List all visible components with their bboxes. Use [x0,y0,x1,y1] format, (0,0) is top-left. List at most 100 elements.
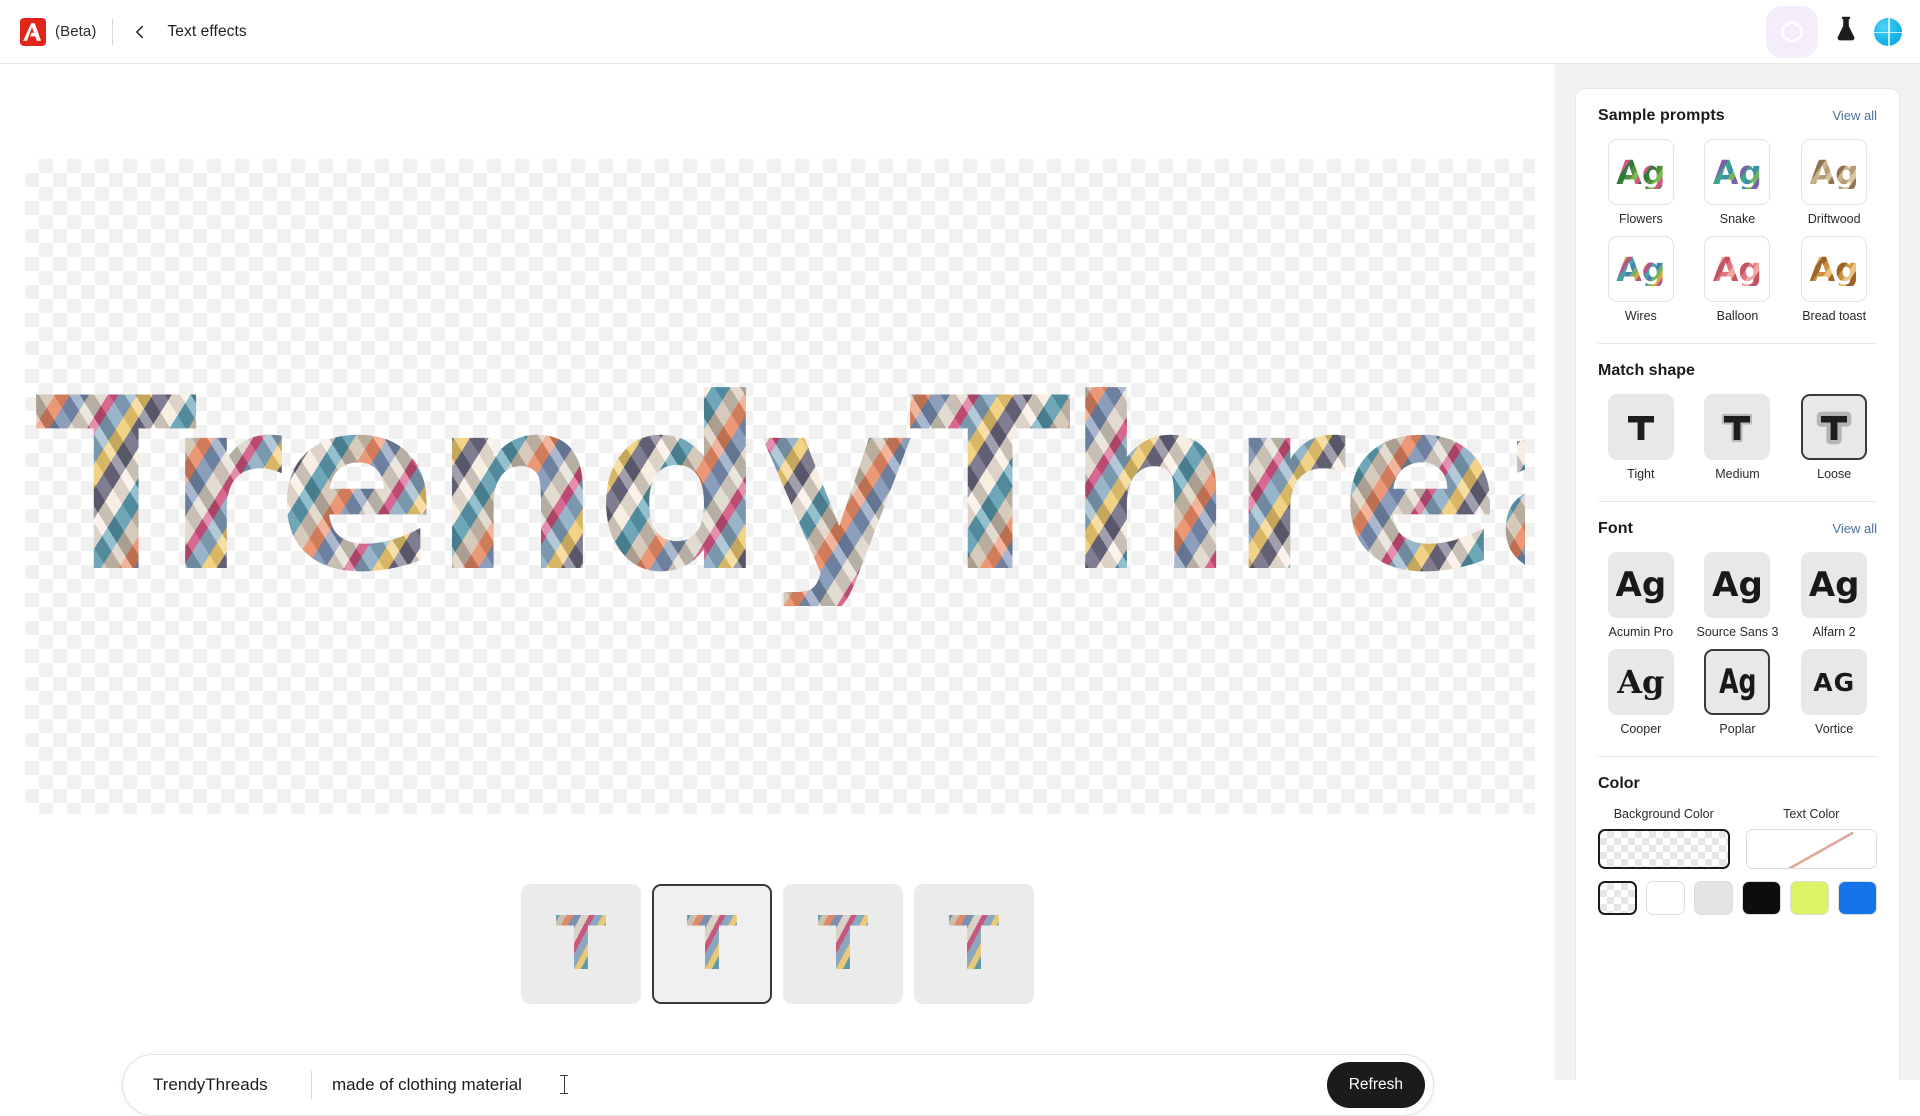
font-preview-glyph: Ag [1808,565,1860,605]
color-swatch-white[interactable] [1646,881,1686,915]
ag-preview-glyph: Ag [1712,249,1763,289]
ag-preview-glyph: Ag [1616,152,1666,192]
firefly-logo-icon [1766,5,1818,58]
text-cursor-icon [560,1075,569,1094]
font-label: Source Sans 3 [1696,625,1779,639]
match-shape-grid: Tight Medium Loose [1598,394,1877,481]
letter-t-medium-icon [1722,413,1753,443]
background-color-field[interactable] [1598,829,1730,869]
artboard-transparent-canvas[interactable]: TrendyThreads [25,159,1535,814]
refresh-button[interactable]: Refresh [1326,1062,1425,1108]
ag-preview-glyph: Ag [1809,249,1859,289]
match-shape-thumb [1607,394,1674,460]
color-swatch-blue[interactable] [1837,881,1877,915]
variation-glyph: T [555,901,607,987]
letter-t-loose-icon [1816,411,1852,445]
sample-prompt-flowers[interactable]: Ag Flowers [1598,139,1684,226]
font-thumb: Ag [1801,552,1868,618]
font-preview-glyph: Ag [1615,565,1667,605]
color-fields-row: Background Color Text Color [1598,807,1877,869]
font-thumb: Ag [1607,552,1674,618]
font-grid: Ag Acumin Pro Ag Source Sans 3 Ag Alfarn… [1598,552,1877,736]
sample-prompts-title: Sample prompts [1598,107,1725,124]
sample-prompt-bread-toast[interactable]: Ag Bread toast [1791,236,1877,323]
header-divider [112,18,114,45]
sample-prompts-grid: Ag Flowers Ag Snake Ag Driftwood Ag Wire… [1598,139,1877,323]
font-label: Poplar [1719,722,1756,736]
font-vortice[interactable]: AG Vortice [1791,649,1877,736]
font-label: Cooper [1620,722,1662,736]
color-swatch-light-gray[interactable] [1694,881,1734,915]
ag-preview-glyph: Ag [1809,152,1859,192]
section-divider [1598,343,1877,344]
sample-prompt-label: Wires [1624,309,1657,323]
match-shape-label: Loose [1817,467,1852,481]
variation-thumbnail-strip: T T T T [0,884,1555,1004]
font-preview-glyph: Ag [1718,662,1757,702]
color-swatch-black[interactable] [1742,881,1781,915]
match-shape-loose[interactable]: Loose [1791,394,1877,481]
sample-prompt-label: Snake [1719,212,1756,226]
header-right-group [1766,5,1920,58]
match-shape-medium[interactable]: Medium [1695,394,1781,481]
font-poplar[interactable]: Ag Poplar [1695,649,1781,736]
canvas-area: TrendyThreads T T T T TrendyThreads made… [0,64,1555,1116]
variation-glyph: T [948,901,1000,987]
header-left-group: (Beta) Text effects [0,17,247,46]
sample-prompt-wires[interactable]: Ag Wires [1598,236,1684,323]
match-shape-label: Medium [1715,467,1760,481]
font-label: Vortice [1815,722,1854,736]
sample-prompt-label: Bread toast [1802,309,1867,323]
text-input-value[interactable]: TrendyThreads [153,1075,293,1095]
match-shape-tight[interactable]: Tight [1598,394,1684,481]
font-alfarn-2[interactable]: Ag Alfarn 2 [1791,552,1877,639]
font-thumb: Ag [1704,552,1771,618]
match-shape-title: Match shape [1598,362,1695,379]
font-view-all[interactable]: View all [1832,521,1877,536]
variation-thumbnail[interactable]: T [521,884,641,1004]
color-swatch-transparent[interactable] [1598,881,1638,915]
prompt-bar[interactable]: TrendyThreads made of clothing material … [122,1054,1434,1116]
font-label: Acumin Pro [1608,625,1674,639]
font-source-sans-3[interactable]: Ag Source Sans 3 [1695,552,1781,639]
prompt-input[interactable]: made of clothing material [332,1075,1327,1095]
sample-prompt-driftwood[interactable]: Ag Driftwood [1791,139,1877,226]
sample-prompt-thumb: Ag [1801,236,1868,302]
app-header: (Beta) Text effects [0,0,1920,64]
font-acumin-pro[interactable]: Ag Acumin Pro [1598,552,1684,639]
sample-prompt-label: Balloon [1716,309,1759,323]
variation-thumbnail[interactable]: T [914,884,1034,1004]
font-header: Font View all [1598,520,1877,538]
letter-t-tight-icon [1627,416,1654,440]
sample-prompt-snake[interactable]: Ag Snake [1695,139,1781,226]
sample-prompt-balloon[interactable]: Ag Balloon [1695,236,1781,323]
section-divider [1598,501,1877,502]
font-preview-glyph: AG [1813,667,1856,697]
user-avatar[interactable] [1874,17,1902,46]
sample-prompt-thumb: Ag [1607,236,1674,302]
text-color-field[interactable] [1745,829,1877,869]
background-color-group: Background Color [1598,807,1730,869]
section-divider [1598,756,1877,757]
variation-thumbnail[interactable]: T [783,884,903,1004]
ag-preview-glyph: Ag [1616,249,1666,289]
color-title: Color [1598,775,1640,792]
font-thumb: Ag [1607,649,1674,715]
color-swatch-lime[interactable] [1790,881,1829,915]
chevron-left-icon[interactable] [127,19,153,45]
beaker-flask-icon[interactable] [1834,16,1858,47]
prompt-input-value: made of clothing material [332,1075,522,1094]
variation-thumbnail[interactable]: T [652,884,772,1004]
font-cooper[interactable]: Ag Cooper [1598,649,1684,736]
settings-panel-card: Sample prompts View all Ag Flowers Ag Sn… [1575,88,1900,1080]
font-preview-glyph: Ag [1712,565,1763,605]
sample-prompts-view-all[interactable]: View all [1832,108,1877,123]
variation-glyph: T [817,901,869,987]
font-title: Font [1598,520,1634,537]
sample-prompt-thumb: Ag [1607,139,1674,205]
settings-panel: Sample prompts View all Ag Flowers Ag Sn… [1555,64,1920,1080]
page-title: Text effects [167,22,247,40]
adobe-logo-icon[interactable] [18,17,48,46]
text-color-group: Text Color [1745,807,1877,869]
text-effect-preview: TrendyThreads [35,367,1525,606]
